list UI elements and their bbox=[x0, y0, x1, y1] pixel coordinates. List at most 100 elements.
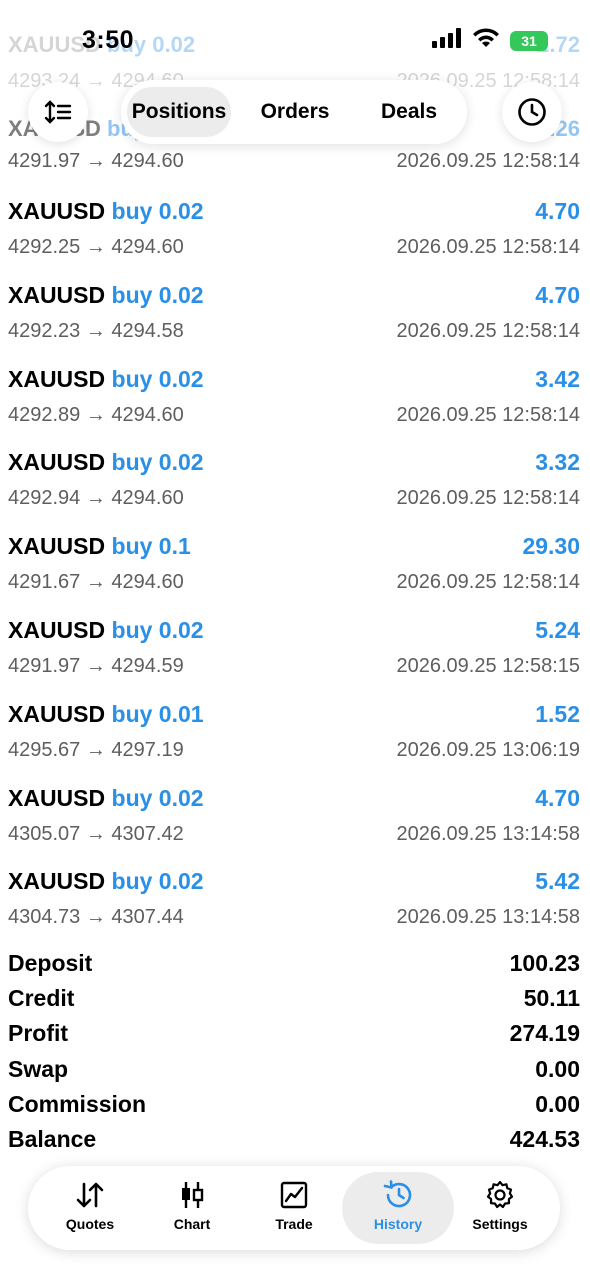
tab-settings[interactable]: Settings bbox=[452, 1172, 548, 1244]
summary-value: 50.11 bbox=[523, 985, 580, 1012]
deal-title: XAUUSD buy 0.02 bbox=[8, 785, 204, 812]
deal-side: buy 0.02 bbox=[111, 868, 204, 895]
deal-time: 2026.09.25 12:58:14 bbox=[396, 150, 580, 172]
deal-side: buy 0.02 bbox=[111, 198, 204, 224]
trade-icon bbox=[280, 1181, 308, 1209]
tab-orders[interactable]: Orders bbox=[241, 87, 349, 137]
deal-prices: 4292.25 → 4294.60 bbox=[8, 236, 184, 258]
deal-prices: 4291.97 → 4294.60 bbox=[8, 150, 184, 172]
deal-time: 2026.09.25 12:58:14 bbox=[396, 403, 580, 426]
deal-time: 2026.09.25 12:58:14 bbox=[396, 571, 580, 594]
summary-value: 100.23 bbox=[509, 950, 580, 976]
list-item[interactable]: XAUUSD buy 0.01 1.52 4295.67 → 4297.19 2026… bbox=[0, 701, 590, 785]
deal-symbol: XAUUSD bbox=[8, 198, 106, 224]
deal-title: XAUUSD buy 0.1 bbox=[8, 533, 191, 560]
battery-icon: 31 bbox=[510, 30, 548, 51]
list-item[interactable]: XAUUSD buy 0.02 5.24 4291.97 → 4294.59 2026… bbox=[0, 617, 590, 701]
deal-symbol: XAUUSD bbox=[8, 281, 106, 308]
deal-prices: 4295.67 → 4297.19 bbox=[8, 738, 184, 761]
bottom-tab-bar: Quotes Chart Trade History Settings bbox=[28, 1166, 560, 1250]
deal-prices: 4304.73 → 4307.44 bbox=[8, 906, 184, 929]
summary-label: Profit bbox=[8, 1020, 69, 1047]
summary-row-commission: Commission 0.00 bbox=[0, 1091, 590, 1126]
period-button[interactable] bbox=[502, 82, 562, 142]
wifi-icon bbox=[472, 28, 500, 53]
deal-prices: 4291.67 → 4294.60 bbox=[8, 571, 184, 594]
deal-time: 2026.09.25 12:58:15 bbox=[396, 655, 580, 677]
deal-title: XAUUSD buy 0.01 bbox=[8, 701, 204, 728]
quotes-icon bbox=[76, 1182, 104, 1208]
status-bar: 3:50 31 bbox=[0, 0, 590, 80]
tab-label: Trade bbox=[275, 1216, 313, 1232]
deal-profit: 1.52 bbox=[535, 700, 580, 727]
deal-side: buy 0.01 bbox=[111, 700, 204, 727]
deal-title: XAUUSD buy 0.02 bbox=[8, 617, 204, 644]
deal-prices: 4291.97 → 4294.59 bbox=[8, 655, 184, 677]
summary-label: Commission bbox=[8, 1090, 147, 1117]
deal-symbol: XAUUSD bbox=[8, 868, 106, 895]
deal-prices: 4292.94 → 4294.60 bbox=[8, 487, 184, 510]
sort-icon bbox=[44, 100, 72, 124]
tab-label: Settings bbox=[472, 1216, 528, 1232]
deal-prices: 4305.07 → 4307.42 bbox=[8, 822, 184, 845]
tab-label: Chart bbox=[173, 1216, 211, 1232]
deal-symbol: XAUUSD bbox=[8, 533, 106, 560]
summary-label: Swap bbox=[8, 1055, 69, 1082]
list-item[interactable]: XAUUSD buy 0.02 3.42 4292.89 → 4294.60 2026… bbox=[0, 366, 590, 450]
summary-row-credit: Credit 50.11 bbox=[0, 985, 590, 1020]
signal-icon bbox=[432, 28, 462, 53]
deal-symbol: XAUUSD bbox=[8, 365, 106, 392]
deal-profit: 4.70 bbox=[535, 281, 580, 308]
list-item[interactable]: XAUUSD buy 0.02 5.42 4304.73 → 4307.44 2026… bbox=[0, 868, 590, 952]
history-icon bbox=[383, 1180, 412, 1208]
deal-symbol: XAUUSD bbox=[8, 617, 106, 643]
deal-title: XAUUSD buy 0.02 bbox=[8, 282, 204, 309]
list-item[interactable]: XAUUSD buy 0.02 4.70 4305.07 → 4307.42 2026… bbox=[0, 785, 590, 869]
summary-label: Deposit bbox=[8, 950, 93, 976]
deal-profit: 5.24 bbox=[535, 617, 580, 643]
deal-profit: 3.42 bbox=[535, 365, 580, 392]
tab-quotes[interactable]: Quotes bbox=[42, 1172, 138, 1244]
deal-time: 2026.09.25 12:58:14 bbox=[396, 236, 580, 258]
deal-profit: 4.70 bbox=[535, 784, 580, 811]
summary-row-swap: Swap 0.00 bbox=[0, 1056, 590, 1091]
tab-chart[interactable]: Chart bbox=[144, 1172, 240, 1244]
deal-profit: 4.70 bbox=[535, 198, 580, 224]
summary-row-balance: Balance 424.53 bbox=[0, 1126, 590, 1161]
segmented-control: Positions Orders Deals bbox=[121, 80, 467, 144]
tab-label: History bbox=[373, 1216, 423, 1232]
deal-time: 2026.09.25 12:58:14 bbox=[396, 487, 580, 510]
summary-value: 0.00 bbox=[535, 1055, 580, 1082]
list-item[interactable]: XAUUSD buy 0.02 3.32 4292.94 → 4294.60 2026… bbox=[0, 449, 590, 533]
deal-time: 2026.09.25 13:14:58 bbox=[396, 906, 580, 929]
deal-profit: 3.32 bbox=[535, 449, 580, 476]
status-time: 3:50 bbox=[82, 26, 135, 54]
deal-symbol: XAUUSD bbox=[8, 449, 106, 476]
deal-profit: 29.30 bbox=[522, 533, 580, 560]
deal-title: XAUUSD buy 0.02 bbox=[8, 198, 204, 225]
list-item[interactable]: XAUUSD buy 0.02 4.70 4292.25 → 4294.60 2026… bbox=[0, 198, 590, 282]
list-item[interactable]: XAUUSD buy 0.1 29.30 4291.67 → 4294.60 2026… bbox=[0, 533, 590, 617]
deal-time: 2026.09.25 13:14:58 bbox=[396, 822, 580, 845]
summary-value: 424.53 bbox=[509, 1126, 580, 1152]
tab-trade[interactable]: Trade bbox=[246, 1172, 342, 1244]
summary-row-profit: Profit 274.19 bbox=[0, 1020, 590, 1055]
deal-title: XAUUSD buy 0.02 bbox=[8, 449, 204, 476]
tab-history[interactable]: History bbox=[342, 1172, 454, 1244]
clock-icon bbox=[518, 98, 546, 126]
deal-title: XAUUSD buy 0.02 bbox=[8, 868, 204, 895]
summary-row-deposit: Deposit 100.23 bbox=[0, 950, 590, 985]
deal-side: buy 0.02 bbox=[111, 281, 204, 308]
deal-profit: 5.42 bbox=[535, 868, 580, 895]
tab-positions[interactable]: Positions bbox=[127, 87, 231, 137]
settings-icon bbox=[486, 1180, 514, 1209]
summary-label: Balance bbox=[8, 1126, 97, 1152]
deal-time: 2026.09.25 13:06:19 bbox=[396, 738, 580, 761]
tab-deals[interactable]: Deals bbox=[357, 87, 461, 137]
sort-button[interactable] bbox=[28, 82, 88, 142]
deal-prices: 4292.89 → 4294.60 bbox=[8, 403, 184, 426]
chart-icon bbox=[182, 1182, 204, 1208]
deal-symbol: XAUUSD bbox=[8, 784, 106, 811]
deal-side: buy 0.1 bbox=[111, 533, 191, 560]
list-item[interactable]: XAUUSD buy 0.02 4.70 4292.23 → 4294.58 2026… bbox=[0, 282, 590, 366]
